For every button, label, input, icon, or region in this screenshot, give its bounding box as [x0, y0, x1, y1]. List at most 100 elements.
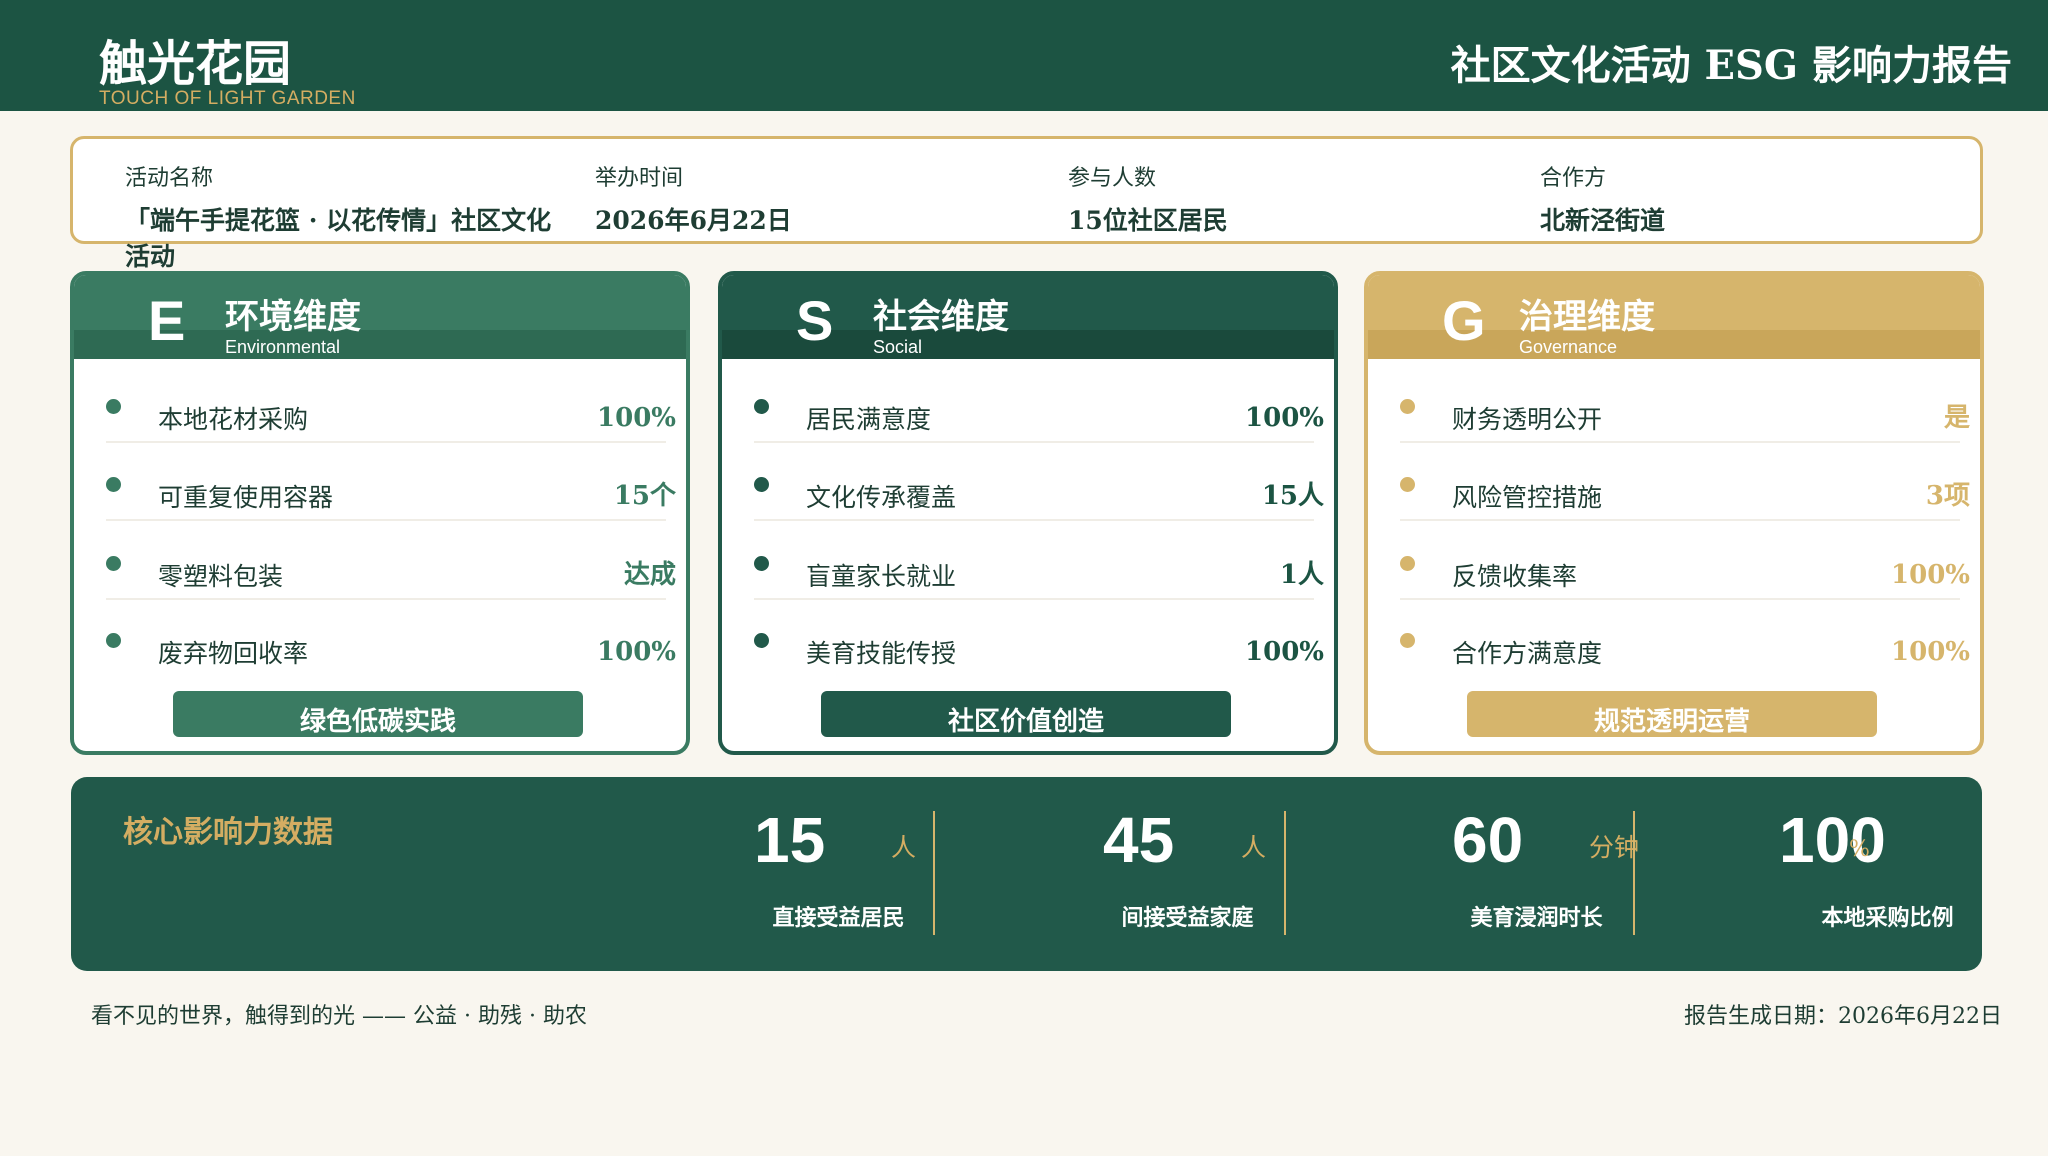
- row-divider: [1400, 519, 1960, 521]
- metric-row: 盲童家长就业 1人: [754, 538, 1324, 600]
- community-value-button[interactable]: 社区价值创造: [821, 691, 1231, 737]
- bullet-dot-icon: [106, 477, 121, 492]
- stat-number: 45: [1103, 804, 1175, 876]
- footer-report-date: 报告生成日期：2026年6月22日: [1684, 1004, 2002, 1029]
- bullet-dot-icon: [106, 556, 121, 571]
- card-subtitle: Social: [873, 337, 923, 357]
- card-subtitle: Governance: [1519, 337, 1618, 357]
- metric-label: 美育技能传授: [806, 639, 957, 668]
- card-title: 社会维度: [873, 297, 1009, 337]
- core-impact-panel: 核心影响力数据 15 人 直接受益居民 45 人 间接受益家庭 60 分钟 美育…: [71, 777, 1982, 971]
- activity-info-panel: 活动名称 「端午手提花篮 · 以花传情」社区文化活动 举办时间 2026年6月2…: [70, 136, 1983, 271]
- footer-slogan: 看不见的世界，触得到的光 —— 公益 · 助残 · 助农: [91, 1004, 587, 1029]
- info-participants: 参与人数 15位社区居民: [1068, 165, 1488, 239]
- bullet-dot-icon: [1400, 399, 1415, 414]
- metric-label: 盲童家长就业: [806, 562, 957, 591]
- metric-value: 100%: [1245, 637, 1324, 667]
- row-divider: [754, 598, 1314, 600]
- info-activity-date: 举办时间 2026年6月22日: [595, 165, 1015, 239]
- metric-value: 100%: [1245, 403, 1324, 433]
- metric-value: 15人: [1261, 481, 1324, 511]
- bullet-dot-icon: [754, 556, 769, 571]
- metric-label: 零塑料包装: [158, 562, 284, 591]
- stat-label: 直接受益居民: [772, 905, 905, 931]
- bullet-dot-icon: [1400, 556, 1415, 571]
- metric-label: 废弃物回收率: [158, 639, 309, 668]
- metric-value: 是: [1943, 403, 1970, 433]
- logo-title: 触光花园: [99, 36, 292, 92]
- green-practice-button[interactable]: 绿色低碳实践: [173, 691, 583, 737]
- metric-value: 1人: [1279, 560, 1324, 590]
- stat-number: 15: [754, 804, 826, 876]
- metric-row: 合作方满意度 100%: [1400, 615, 1970, 677]
- card-letter: S: [796, 289, 834, 352]
- metric-value: 100%: [597, 403, 676, 433]
- metric-row: 废弃物回收率 100%: [106, 615, 676, 677]
- metric-value: 达成: [623, 560, 676, 590]
- metric-row: 文化传承覆盖 15人: [754, 459, 1324, 521]
- info-activity-name: 活动名称 「端午手提花篮 · 以花传情」社区文化活动: [125, 165, 565, 275]
- stat-local-procurement: 100 % 本地采购比例: [1713, 777, 2048, 971]
- metric-label: 文化传承覆盖: [806, 483, 957, 512]
- metric-label: 本地花材采购: [158, 405, 309, 434]
- row-divider: [1400, 598, 1960, 600]
- card-letter: E: [148, 289, 186, 352]
- card-letter: G: [1442, 289, 1486, 352]
- metric-label: 财务透明公开: [1452, 405, 1603, 434]
- metric-row: 零塑料包装 达成: [106, 538, 676, 600]
- metric-value: 15个: [613, 481, 676, 511]
- metric-row: 美育技能传授 100%: [754, 615, 1324, 677]
- governance-card: G 治理维度 Governance 财务透明公开 是 风险管控措施 3项 反馈收…: [1364, 271, 1984, 755]
- stat-label: 本地采购比例: [1821, 905, 1954, 931]
- card-header: G 治理维度 Governance: [1368, 275, 1980, 359]
- environmental-card: E 环境维度 Environmental 本地花材采购 100% 可重复使用容器…: [70, 271, 690, 755]
- row-divider: [754, 441, 1314, 443]
- info-label: 合作方: [1540, 166, 1607, 191]
- bullet-dot-icon: [754, 633, 769, 648]
- stat-direct-beneficiaries: 15 人 直接受益居民: [664, 777, 1013, 971]
- stat-unit: 人: [891, 833, 917, 862]
- card-header: S 社会维度 Social: [722, 275, 1334, 359]
- info-label: 活动名称: [125, 166, 214, 191]
- metric-label: 可重复使用容器: [158, 483, 334, 512]
- core-impact-title: 核心影响力数据: [123, 815, 333, 850]
- logo-subtitle: TOUCH OF LIGHT GARDEN: [99, 88, 356, 109]
- stat-unit: %: [1849, 837, 1870, 862]
- metric-value: 100%: [1891, 560, 1970, 590]
- card-subtitle: Environmental: [225, 337, 341, 357]
- info-label: 参与人数: [1068, 166, 1157, 191]
- metric-label: 风险管控措施: [1452, 483, 1603, 512]
- card-title: 环境维度: [225, 297, 361, 337]
- row-divider: [106, 598, 666, 600]
- transparent-operation-button[interactable]: 规范透明运营: [1467, 691, 1877, 737]
- stat-unit: 分钟: [1589, 833, 1640, 862]
- metric-label: 反馈收集率: [1452, 562, 1578, 591]
- stat-divider: [1633, 811, 1635, 935]
- row-divider: [106, 519, 666, 521]
- report-title: 社区文化活动 ESG 影响力报告: [1450, 42, 2012, 89]
- bullet-dot-icon: [106, 399, 121, 414]
- metric-label: 合作方满意度: [1452, 639, 1603, 668]
- stat-divider: [1284, 811, 1286, 935]
- metric-label: 居民满意度: [806, 405, 932, 434]
- metric-value: 100%: [1891, 637, 1970, 667]
- info-partner: 合作方 北新泾街道: [1540, 165, 1960, 239]
- metric-row: 财务透明公开 是: [1400, 381, 1970, 443]
- stat-label: 间接受益家庭: [1121, 905, 1254, 931]
- card-header: E 环境维度 Environmental: [74, 275, 686, 359]
- stat-art-education-duration: 60 分钟 美育浸润时长: [1362, 777, 1711, 971]
- bullet-dot-icon: [754, 477, 769, 492]
- bullet-dot-icon: [1400, 477, 1415, 492]
- metric-row: 本地花材采购 100%: [106, 381, 676, 443]
- bullet-dot-icon: [1400, 633, 1415, 648]
- stat-label: 美育浸润时长: [1470, 905, 1603, 931]
- info-label: 举办时间: [595, 166, 684, 191]
- social-card: S 社会维度 Social 居民满意度 100% 文化传承覆盖 15人 盲童家长…: [718, 271, 1338, 755]
- info-value: 北新泾街道: [1540, 206, 1666, 235]
- metric-row: 风险管控措施 3项: [1400, 459, 1970, 521]
- stat-number: 60: [1452, 804, 1524, 876]
- metric-value: 3项: [1925, 481, 1970, 511]
- row-divider: [106, 441, 666, 443]
- bullet-dot-icon: [754, 399, 769, 414]
- info-value: 2026年6月22日: [595, 206, 792, 235]
